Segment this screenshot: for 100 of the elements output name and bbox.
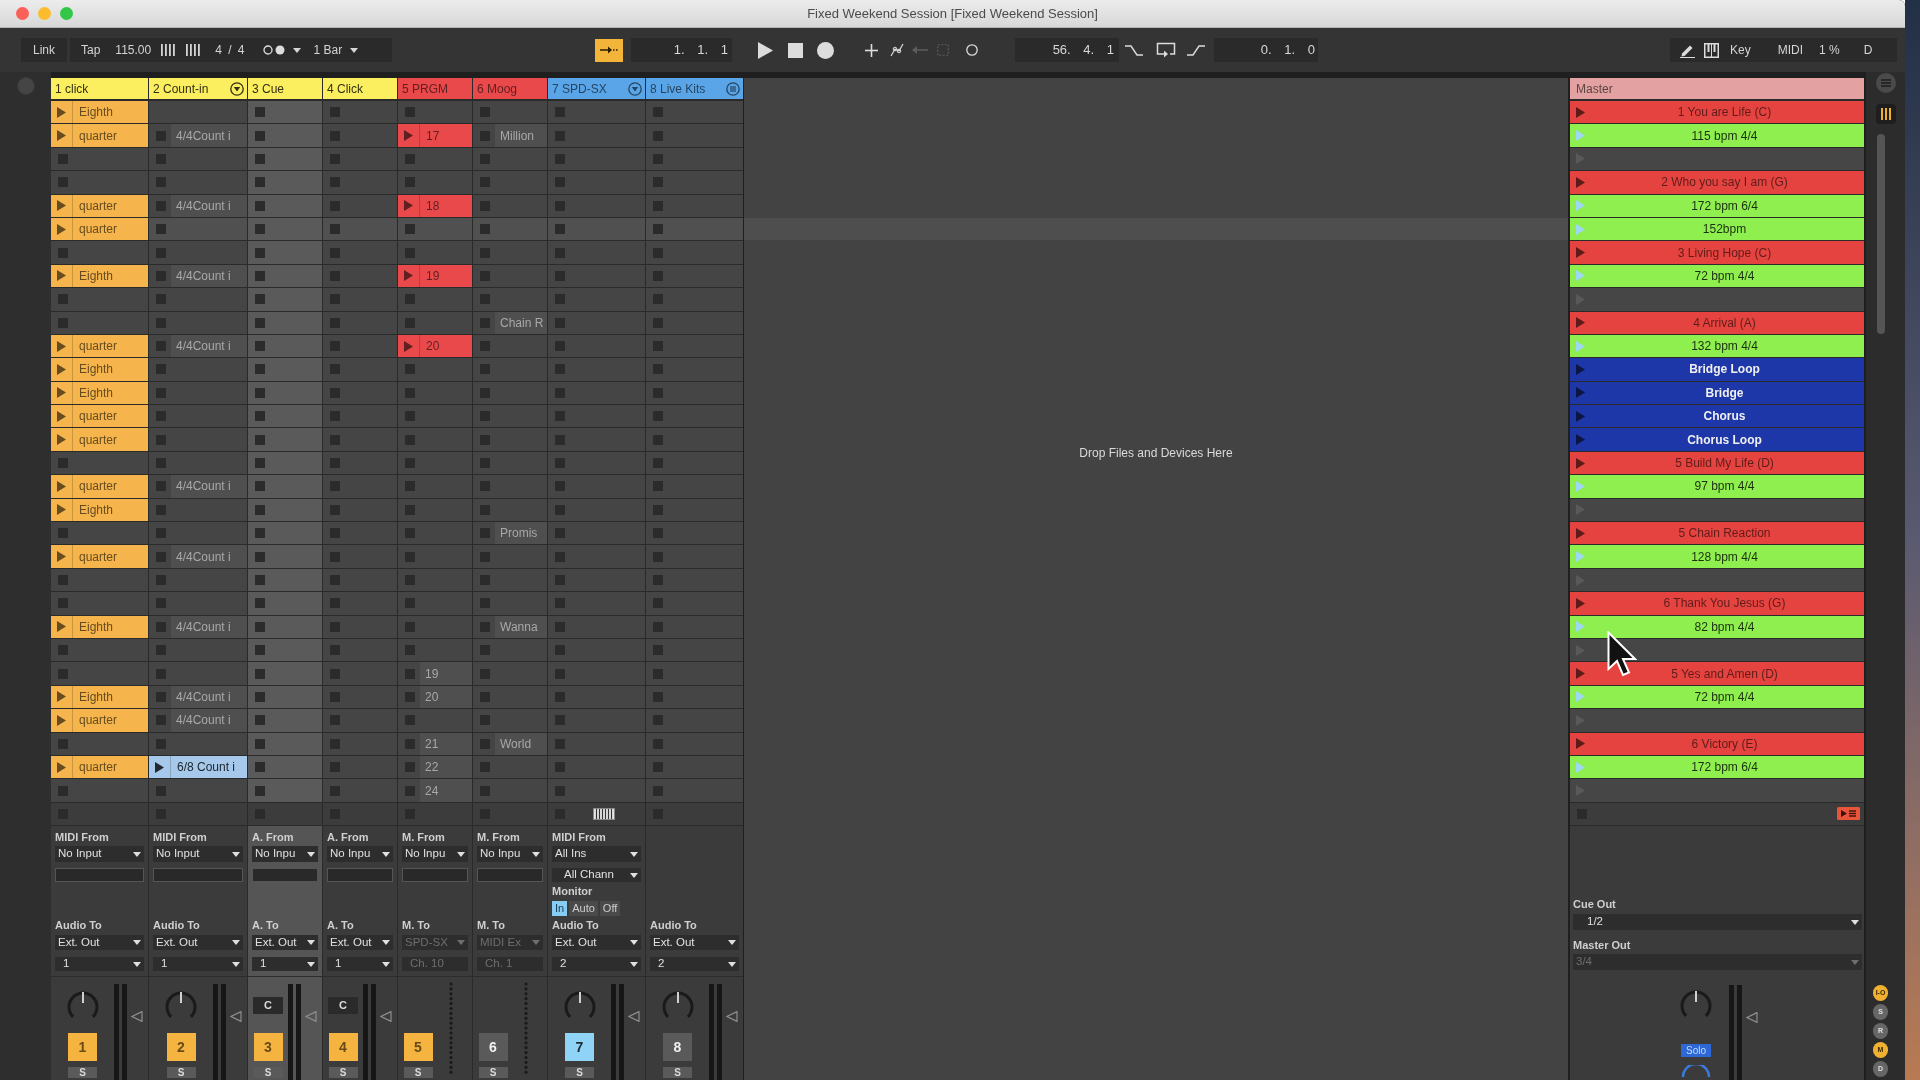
clip-slot[interactable] [646,779,743,802]
clip-slot[interactable] [323,475,397,498]
triangle-icon[interactable] [726,1011,738,1023]
clip-slot[interactable] [646,241,743,264]
clip-slot[interactable] [149,358,247,381]
clip-slot[interactable] [248,194,322,217]
clip-slot[interactable] [398,639,472,662]
clip-slot[interactable] [473,264,547,288]
clip-slot[interactable] [473,475,547,498]
solo-button[interactable]: S [68,1067,97,1079]
clip-slot[interactable] [149,241,247,264]
clip-slot[interactable] [473,709,547,732]
clip-slot[interactable] [323,755,397,779]
track-header[interactable]: 8 Live Kits [646,78,743,99]
clip-slot[interactable] [473,451,547,475]
link-button[interactable]: Link [21,38,67,62]
stop-icon[interactable] [788,42,803,58]
scene[interactable]: 6 Thank You Jesus (G) [1570,592,1864,615]
clip-slot[interactable]: Million [473,124,547,147]
bars-icon[interactable] [160,44,177,56]
clip-slot[interactable] [248,475,322,498]
clip[interactable]: 19 [420,662,472,685]
clip-slot[interactable]: 4/4Count i [149,194,247,217]
play-icon[interactable] [57,480,66,492]
clip-slot[interactable] [548,428,645,451]
triangle-icon[interactable] [230,1011,242,1023]
clip-slot[interactable] [248,358,322,381]
clip-slot[interactable] [548,405,645,428]
clip[interactable]: quarter [51,405,148,428]
clip-slot[interactable] [323,405,397,428]
scene[interactable]: 4 Arrival (A) [1570,311,1864,334]
clip-slot[interactable] [473,217,547,241]
clip[interactable]: Chain R [495,311,547,334]
track-activator[interactable]: 3 [253,1033,283,1062]
clip-slot[interactable] [473,685,547,709]
scene[interactable]: 132 bpm 4/4 [1570,334,1864,358]
clip-slot[interactable] [51,639,148,662]
clip-slot[interactable] [248,662,322,685]
minimize-icon[interactable] [38,7,51,20]
clip-slot[interactable] [646,264,743,288]
channel-dropdown[interactable]: 1 [252,957,318,972]
clip-slot[interactable]: 4/4Count i [149,124,247,147]
monitor-option[interactable]: Auto [569,901,598,917]
clip-slot[interactable] [323,124,397,147]
clip-slot[interactable] [51,779,148,802]
clip-slot[interactable] [646,709,743,732]
play-icon[interactable] [57,200,66,212]
input-dropdown[interactable]: No Input [55,846,144,863]
time-signature-field[interactable]: 4 / 4 [215,41,245,59]
play-icon[interactable] [57,434,66,446]
play-icon[interactable] [57,714,66,726]
track-activator[interactable]: 8 [663,1033,692,1062]
scene[interactable]: 3 Living Hope (C) [1570,241,1864,264]
clip-slot[interactable] [398,498,472,522]
clip-slot[interactable] [646,194,743,217]
clip-slot[interactable] [248,732,322,755]
clip-slot[interactable] [149,732,247,755]
input-channel-field[interactable] [477,868,543,883]
clip-slot[interactable] [323,498,397,522]
output-dropdown[interactable]: Ext. Out [55,935,144,951]
clip-slot[interactable] [473,194,547,217]
clip-slot[interactable] [473,662,547,685]
clip-slot[interactable] [646,545,743,568]
clip-slot[interactable] [548,451,645,475]
clip-slot[interactable] [248,171,322,194]
solo-button[interactable]: S [663,1067,692,1079]
clip-slot[interactable]: 19 [398,662,472,685]
clip-slot[interactable] [51,288,148,311]
clip-slot[interactable] [248,124,322,147]
clip-slot[interactable] [149,217,247,241]
fold-icon[interactable] [230,81,244,96]
clip-slot[interactable] [323,334,397,358]
monitor-option[interactable]: In [552,901,568,917]
solo-button[interactable]: S [253,1067,283,1079]
menu-icon[interactable] [1874,72,1897,94]
clip-slot[interactable] [473,639,547,662]
clip-slot[interactable] [323,779,397,802]
clip-slot[interactable] [248,498,322,522]
channel-dropdown[interactable]: Ch. 10 [402,957,468,972]
clip-slot[interactable] [149,451,247,475]
track-header[interactable]: 2 Count-in [149,78,247,99]
track-header[interactable]: 1 click [51,78,148,99]
clip-slot[interactable] [548,311,645,334]
clip-slot[interactable] [323,522,397,545]
clip-slot[interactable] [51,311,148,334]
clip-slot[interactable]: 4/4Count i [149,545,247,568]
scene[interactable]: Chorus Loop [1570,428,1864,451]
position-field[interactable]: 1. 1. 1 [631,38,732,62]
clip[interactable]: Promis [495,522,547,545]
scene[interactable]: 97 bpm 4/4 [1570,475,1864,498]
scene[interactable]: 5 Build My Life (D) [1570,451,1864,475]
clip[interactable]: quarter [51,334,148,358]
clip-slot[interactable] [149,101,247,124]
tap-button[interactable]: Tap [81,41,101,59]
arrow-left-icon[interactable] [912,45,928,55]
clip-slot[interactable] [398,147,472,171]
clip-slot[interactable] [646,288,743,311]
track-activator[interactable]: 4 [328,1033,358,1062]
scrollbar-thumb[interactable] [1877,134,1885,334]
clip-slot[interactable] [548,498,645,522]
